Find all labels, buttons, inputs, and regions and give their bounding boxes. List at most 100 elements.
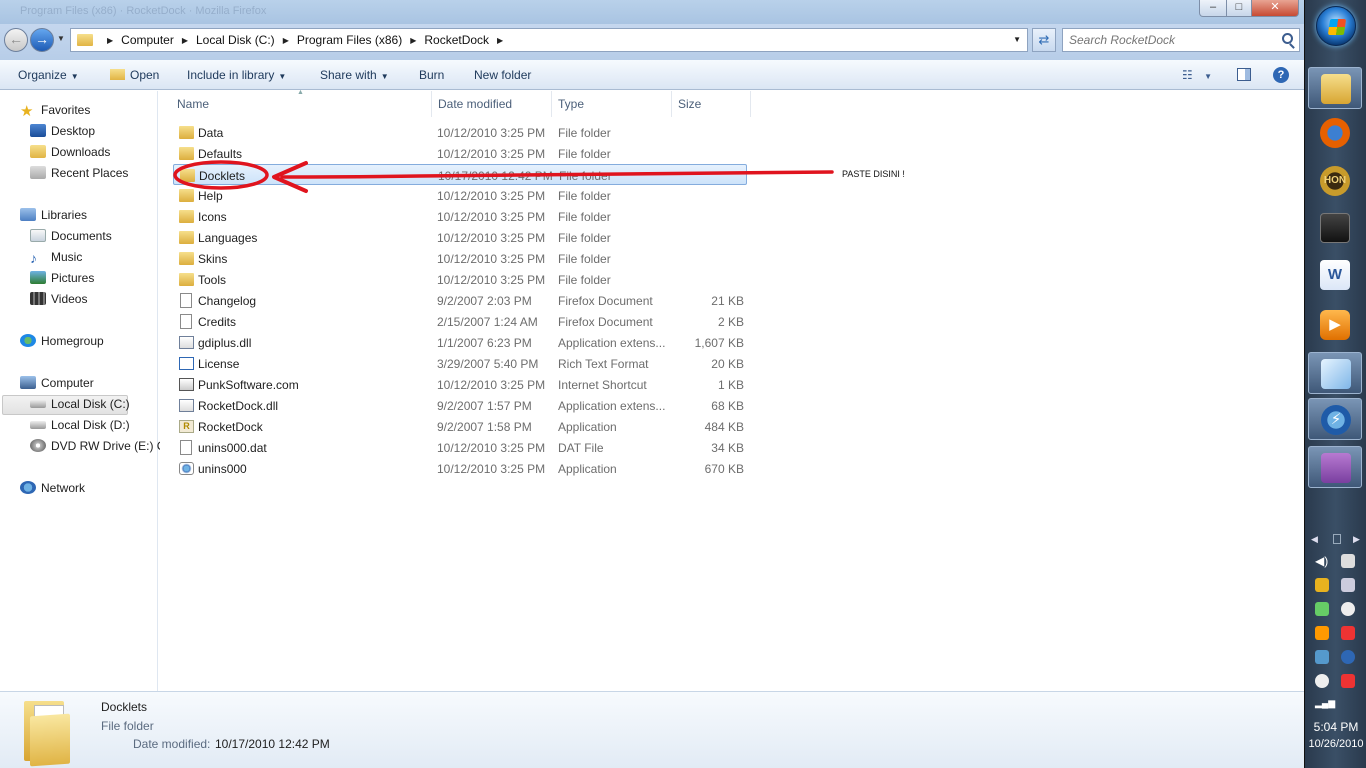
taskbar-daemon-tools[interactable]: ⚡ bbox=[1308, 398, 1362, 440]
title-bar[interactable]: Program Files (x86) · RocketDock · Mozil… bbox=[0, 0, 1304, 24]
column-divider[interactable] bbox=[551, 91, 552, 117]
file-row[interactable]: Defaults 10/12/2010 3:25 PM File folder bbox=[173, 143, 747, 164]
file-row[interactable]: Credits 2/15/2007 1:24 AM Firefox Document… bbox=[173, 311, 747, 332]
breadcrumb-computer[interactable]: Computer bbox=[121, 33, 174, 47]
close-button[interactable]: ✕ bbox=[1251, 0, 1299, 17]
tray-close-icon[interactable] bbox=[1341, 674, 1355, 688]
file-row[interactable]: Docklets 10/17/2010 12:42 PM File folder bbox=[173, 164, 747, 185]
chevron-right-icon[interactable]: ▶ bbox=[182, 36, 188, 45]
nav-recent-places[interactable]: Recent Places bbox=[30, 166, 128, 180]
preview-pane-button[interactable] bbox=[1237, 68, 1251, 81]
tray-search-icon[interactable] bbox=[1315, 674, 1329, 688]
search-input[interactable] bbox=[1069, 30, 1269, 50]
file-row[interactable]: gdiplus.dll 1/1/2007 6:23 PM Application e… bbox=[173, 332, 747, 353]
start-button[interactable] bbox=[1316, 6, 1356, 46]
chevron-left-icon[interactable]: ◀ bbox=[1311, 534, 1318, 545]
nav-pictures[interactable]: Pictures bbox=[30, 271, 94, 285]
new-folder-button[interactable]: New folder bbox=[474, 68, 531, 82]
volume-icon[interactable]: ◀) bbox=[1315, 554, 1329, 568]
nav-local-disk-d[interactable]: Local Disk (D:) bbox=[30, 418, 130, 432]
tray-app-icon[interactable] bbox=[1315, 578, 1329, 592]
breadcrumb-rocketdock[interactable]: RocketDock bbox=[424, 33, 489, 47]
include-in-library-button[interactable]: Include in library ▼ bbox=[187, 68, 286, 82]
column-header-name[interactable]: Name bbox=[177, 97, 209, 111]
file-row[interactable]: Help 10/12/2010 3:25 PM File folder bbox=[173, 185, 747, 206]
taskbar-word[interactable]: W bbox=[1308, 254, 1362, 296]
taskbar-game[interactable] bbox=[1308, 207, 1362, 249]
maximize-button[interactable]: □ bbox=[1226, 0, 1252, 17]
nav-desktop[interactable]: Desktop bbox=[30, 124, 95, 138]
nav-documents[interactable]: Documents bbox=[30, 229, 112, 243]
power-icon[interactable] bbox=[1341, 554, 1355, 568]
breadcrumb-program-files[interactable]: Program Files (x86) bbox=[297, 33, 402, 47]
taskbar-media-player[interactable]: ▶ bbox=[1308, 304, 1362, 346]
change-view-button[interactable]: ☷ ▼ bbox=[1182, 68, 1212, 82]
file-row[interactable]: Tools 10/12/2010 3:25 PM File folder bbox=[173, 269, 747, 290]
tray-scroll-thumb[interactable] bbox=[1333, 534, 1341, 544]
column-divider[interactable] bbox=[431, 91, 432, 117]
nav-computer[interactable]: Computer bbox=[20, 376, 94, 390]
forward-button[interactable]: → bbox=[30, 28, 54, 52]
search-box[interactable] bbox=[1062, 28, 1300, 52]
address-history-dropdown-icon[interactable]: ▼ bbox=[1013, 35, 1021, 44]
chevron-right-icon[interactable]: ▶ bbox=[283, 36, 289, 45]
search-icon[interactable] bbox=[1282, 33, 1293, 44]
file-row[interactable]: RocketDock.dll 9/2/2007 1:57 PM Applicatio… bbox=[173, 395, 747, 416]
refresh-button[interactable]: ⇄ bbox=[1032, 28, 1056, 52]
open-button[interactable]: Open bbox=[110, 68, 159, 82]
file-row[interactable]: License 3/29/2007 5:40 PM Rich Text Format… bbox=[173, 353, 747, 374]
recent-pages-dropdown-icon[interactable]: ▼ bbox=[57, 34, 65, 43]
taskbar-firefox[interactable] bbox=[1308, 112, 1362, 154]
tray-daemon-icon[interactable] bbox=[1341, 650, 1355, 664]
file-row[interactable]: unins000.dat 10/12/2010 3:25 PM DAT File 34… bbox=[173, 437, 747, 458]
column-header-type[interactable]: Type bbox=[558, 97, 584, 111]
taskbar-hon[interactable]: HON bbox=[1308, 160, 1362, 202]
file-row[interactable]: R RocketDock 9/2/2007 1:58 PM Application 48… bbox=[173, 416, 747, 437]
tray-tools-icon[interactable] bbox=[1315, 626, 1329, 640]
clock-date[interactable]: 10/26/2010 bbox=[1305, 738, 1366, 750]
nav-local-disk-c[interactable]: Local Disk (C:) bbox=[30, 397, 130, 411]
back-button[interactable]: ← bbox=[4, 28, 28, 52]
nav-music[interactable]: ♪ Music bbox=[30, 250, 82, 265]
file-row[interactable]: Changelog 9/2/2007 2:03 PM Firefox Documen… bbox=[173, 290, 747, 311]
nav-favorites[interactable]: ★ Favorites bbox=[20, 103, 90, 120]
chevron-right-icon[interactable]: ▶ bbox=[410, 36, 416, 45]
taskbar-notes[interactable] bbox=[1308, 352, 1362, 394]
file-row[interactable]: unins000 10/12/2010 3:25 PM Application 670… bbox=[173, 458, 747, 479]
file-row[interactable]: Data 10/12/2010 3:25 PM File folder bbox=[173, 122, 747, 143]
nav-videos[interactable]: Videos bbox=[30, 292, 87, 306]
chevron-right-icon[interactable]: ▶ bbox=[497, 36, 503, 45]
file-row[interactable]: PunkSoftware.com 10/12/2010 3:25 PM Intern… bbox=[173, 374, 747, 395]
signal-icon[interactable]: ▂▄▆ bbox=[1315, 698, 1335, 712]
tray-alert-icon[interactable] bbox=[1341, 626, 1355, 640]
file-row[interactable]: Skins 10/12/2010 3:25 PM File folder bbox=[173, 248, 747, 269]
nav-network[interactable]: Network bbox=[20, 481, 85, 495]
tray-monitor-icon[interactable] bbox=[1341, 578, 1355, 592]
breadcrumb-local-disk-c[interactable]: Local Disk (C:) bbox=[196, 33, 275, 47]
tray-network-icon[interactable] bbox=[1315, 650, 1329, 664]
column-header-size[interactable]: Size bbox=[678, 97, 701, 111]
burn-button[interactable]: Burn bbox=[419, 68, 444, 82]
nav-downloads[interactable]: Downloads bbox=[30, 145, 110, 159]
nav-dvd-drive[interactable]: DVD RW Drive (E:) C bbox=[30, 439, 165, 453]
tray-scroll[interactable]: ◀ ▶ bbox=[1311, 534, 1363, 546]
share-with-button[interactable]: Share with ▼ bbox=[320, 68, 389, 82]
help-icon[interactable]: ? bbox=[1273, 67, 1289, 83]
taskbar-explorer[interactable] bbox=[1308, 67, 1362, 109]
organize-button[interactable]: Organize ▼ bbox=[18, 68, 79, 82]
column-divider[interactable] bbox=[671, 91, 672, 117]
address-bar[interactable]: ▶ Computer ▶ Local Disk (C:) ▶ Program F… bbox=[70, 28, 1028, 52]
nav-libraries[interactable]: Libraries bbox=[20, 208, 87, 222]
column-divider[interactable] bbox=[750, 91, 751, 117]
file-row[interactable]: Languages 10/12/2010 3:25 PM File folder bbox=[173, 227, 747, 248]
tray-check-icon[interactable] bbox=[1315, 602, 1329, 616]
nav-homegroup[interactable]: Homegroup bbox=[20, 334, 104, 348]
column-header-date-modified[interactable]: Date modified bbox=[438, 97, 512, 111]
minimize-button[interactable]: – bbox=[1199, 0, 1227, 17]
clock-time[interactable]: 5:04 PM bbox=[1305, 720, 1366, 734]
chevron-right-icon[interactable]: ▶ bbox=[107, 36, 113, 45]
file-row[interactable]: Icons 10/12/2010 3:25 PM File folder bbox=[173, 206, 747, 227]
taskbar-winrar[interactable] bbox=[1308, 446, 1362, 488]
tray-status-icon[interactable] bbox=[1341, 602, 1355, 616]
chevron-right-icon[interactable]: ▶ bbox=[1353, 534, 1360, 545]
